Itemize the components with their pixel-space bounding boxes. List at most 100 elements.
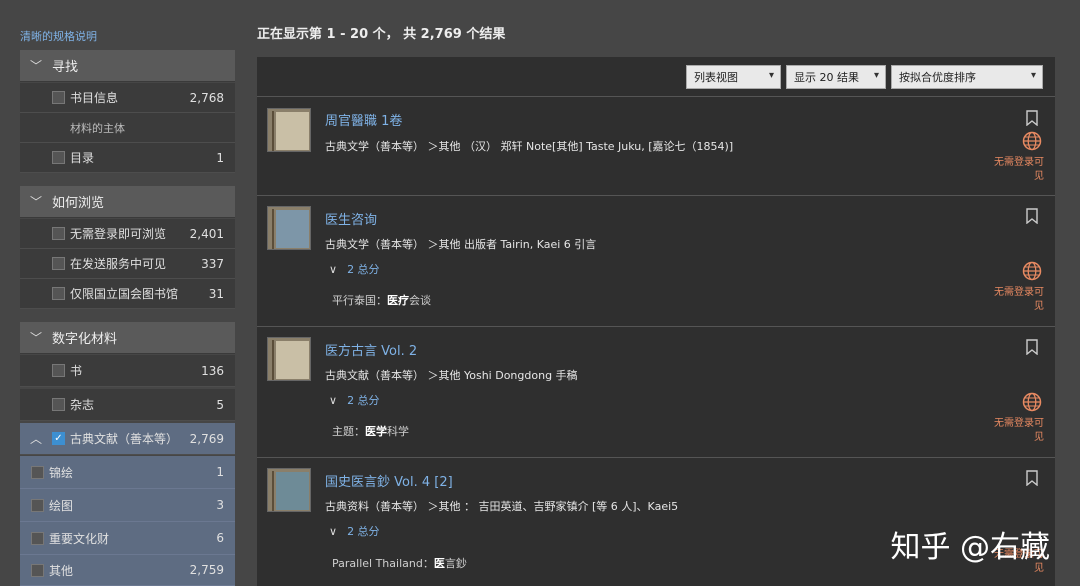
facet-count: 337 [201,256,224,271]
chevron-up-icon[interactable]: ︿ [30,430,42,447]
result-extra: 平行泰国：医疗会谈 [332,292,431,308]
extra-highlight: 医 [433,557,445,570]
facet-label: 目录 [70,151,95,165]
facet-nishiki-e[interactable]: 锦绘 1 [20,456,235,489]
result-meta: 古典文献（善本等） ＞其他 Yoshi Dongdong 手稿 [325,369,578,382]
checkbox[interactable] [52,287,65,300]
facet-count: 3 [216,498,224,512]
facet-sidebar: 清晰的规格说明 ﹀ 寻找 书目信息 2,768 材料的主体 目录 1 ﹀ 如何浏… [20,0,235,586]
facet-count: 2,759 [189,563,224,577]
checkbox[interactable] [52,91,65,104]
checkbox[interactable] [31,465,44,479]
section-title: 如何浏览 [52,196,105,211]
per-page-select-value: 显示 20 结果 [794,71,859,84]
expand-more-toggle[interactable]: ∨ 2 总分 [329,392,380,408]
result-item: 医生咨询 古典文学（善本等） ＞其他 出版者 Tairin, Kaei 6 引言… [257,196,1055,327]
watermark: 知乎 @右藏 [890,530,1050,565]
bookmark-icon[interactable] [1025,110,1039,126]
facet-magazines[interactable]: 杂志 5 [20,389,235,421]
facet-label: 锦绘 [49,465,74,480]
clear-filters-link[interactable]: 清晰的规格说明 [20,28,97,44]
globe-icon [1022,131,1042,151]
extra-highlight: 医疗 [387,294,409,307]
bookmark-icon[interactable] [1025,339,1039,355]
result-title[interactable]: 国史医言鈔 Vol. 4 [2] [325,471,453,490]
globe-icon [1022,261,1042,281]
chevron-down-icon: ▾ [768,70,774,81]
facet-classical-texts[interactable]: ︿ ✓ 古典文献（善本等） 2,769 [20,423,235,455]
checkbox[interactable] [31,563,44,577]
view-select-value: 列表视图 [694,71,738,84]
expand-more-label: 2 总分 [347,394,380,407]
facet-label: 杂志 [70,398,95,412]
facet-label: 其他 [49,563,74,578]
facet-count: 1 [216,150,224,165]
checkbox[interactable] [52,151,65,164]
result-meta: 古典文学（善本等） ＞其他 （汉） 郑轩 Note[其他] Taste Juku… [325,140,734,153]
section-digital[interactable]: ﹀ 数字化材料 [20,322,235,354]
thumbnail-image[interactable] [267,206,311,250]
checkbox[interactable] [31,531,44,545]
section-title: 寻找 [52,60,79,75]
facet-count: 1 [216,465,224,479]
facet-count: 2,768 [189,90,224,105]
extra-label: Parallel Thailand： [332,557,434,570]
chevron-down-icon: ﹀ [29,331,42,345]
thumbnail-image[interactable] [267,337,311,381]
result-extra: Parallel Thailand：医言鈔 [332,555,467,571]
result-item: 医方古言 Vol. 2 古典文献（善本等） ＞其他 Yoshi Dongdong… [257,327,1055,458]
result-item: 周官醫職 1卷 古典文学（善本等） ＞其他 （汉） 郑轩 Note[其他] Ta… [257,98,1055,196]
expand-more-label: 2 总分 [347,525,380,538]
facet-drawings[interactable]: 绘图 3 [20,489,235,522]
result-extra: 主题：医学科学 [332,423,409,439]
facet-label: 绘图 [49,498,74,513]
facet-label: 重要文化财 [49,531,110,546]
availability-label: 无需登录可见 [994,287,1044,312]
globe-icon [1022,392,1042,412]
facet-no-login[interactable]: 无需登录即可浏览 2,401 [20,219,235,249]
facet-send-service[interactable]: 在发送服务中可见 337 [20,249,235,279]
checkbox[interactable] [52,227,65,240]
checkbox[interactable] [52,364,65,377]
facet-label: 书目信息 [70,91,119,105]
sort-select[interactable]: 按拟合优度排序 ▾ [891,65,1043,89]
facet-books[interactable]: 书 136 [20,355,235,387]
facet-label: 仅限国立国会图书馆 [70,287,179,301]
checkbox[interactable] [52,257,65,270]
sort-select-value: 按拟合优度排序 [899,71,976,84]
chevron-down-icon: ﹀ [29,59,42,73]
checkbox[interactable] [31,498,44,512]
checkbox-checked[interactable]: ✓ [52,432,65,445]
result-title[interactable]: 医方古言 Vol. 2 [325,340,417,359]
thumbnail-image[interactable] [267,468,311,512]
extra-rest: 会谈 [409,294,431,307]
checkbox[interactable] [52,398,65,411]
per-page-select[interactable]: 显示 20 结果 ▾ [786,65,886,89]
bookmark-icon[interactable] [1025,208,1039,224]
thumbnail-image[interactable] [267,108,311,152]
expand-more-toggle[interactable]: ∨ 2 总分 [329,523,380,539]
facet-other[interactable]: 其他 2,759 [20,555,235,586]
result-meta: 古典资料（善本等） ＞其他 ： 吉田英道、吉野家镇介 [等 6 人]、Kaei5 [325,500,679,513]
results-count: 正在显示第 1 - 20 个， 共 2,769 个结果 [257,27,506,42]
facet-label: 无需登录即可浏览 [70,227,167,241]
section-browse[interactable]: ﹀ 如何浏览 [20,186,235,218]
view-select[interactable]: 列表视图 ▾ [686,65,781,89]
expand-more-toggle[interactable]: ∨ 2 总分 [329,261,380,277]
facet-toc[interactable]: 目录 1 [20,143,235,173]
facet-cultural-property[interactable]: 重要文化财 6 [20,522,235,555]
availability-label: 无需登录可见 [994,418,1044,443]
section-find[interactable]: ﹀ 寻找 [20,50,235,82]
facet-count: 2,769 [189,431,224,446]
extra-label: 主题： [332,425,365,438]
facet-ndl-only[interactable]: 仅限国立国会图书馆 31 [20,279,235,309]
extra-rest: 言鈔 [444,557,467,570]
results-toolbar: 列表视图 ▾ 显示 20 结果 ▾ 按拟合优度排序 ▾ [257,57,1055,97]
bookmark-icon[interactable] [1025,470,1039,486]
result-meta: 古典文学（善本等） ＞其他 出版者 Tairin, Kaei 6 引言 [325,238,597,251]
chevron-down-icon: ▾ [1030,70,1036,81]
facet-bibliographic[interactable]: 书目信息 2,768 [20,83,235,113]
result-title[interactable]: 周官醫職 1卷 [325,110,402,129]
facet-count: 5 [216,397,224,412]
result-title[interactable]: 医生咨询 [325,209,377,228]
